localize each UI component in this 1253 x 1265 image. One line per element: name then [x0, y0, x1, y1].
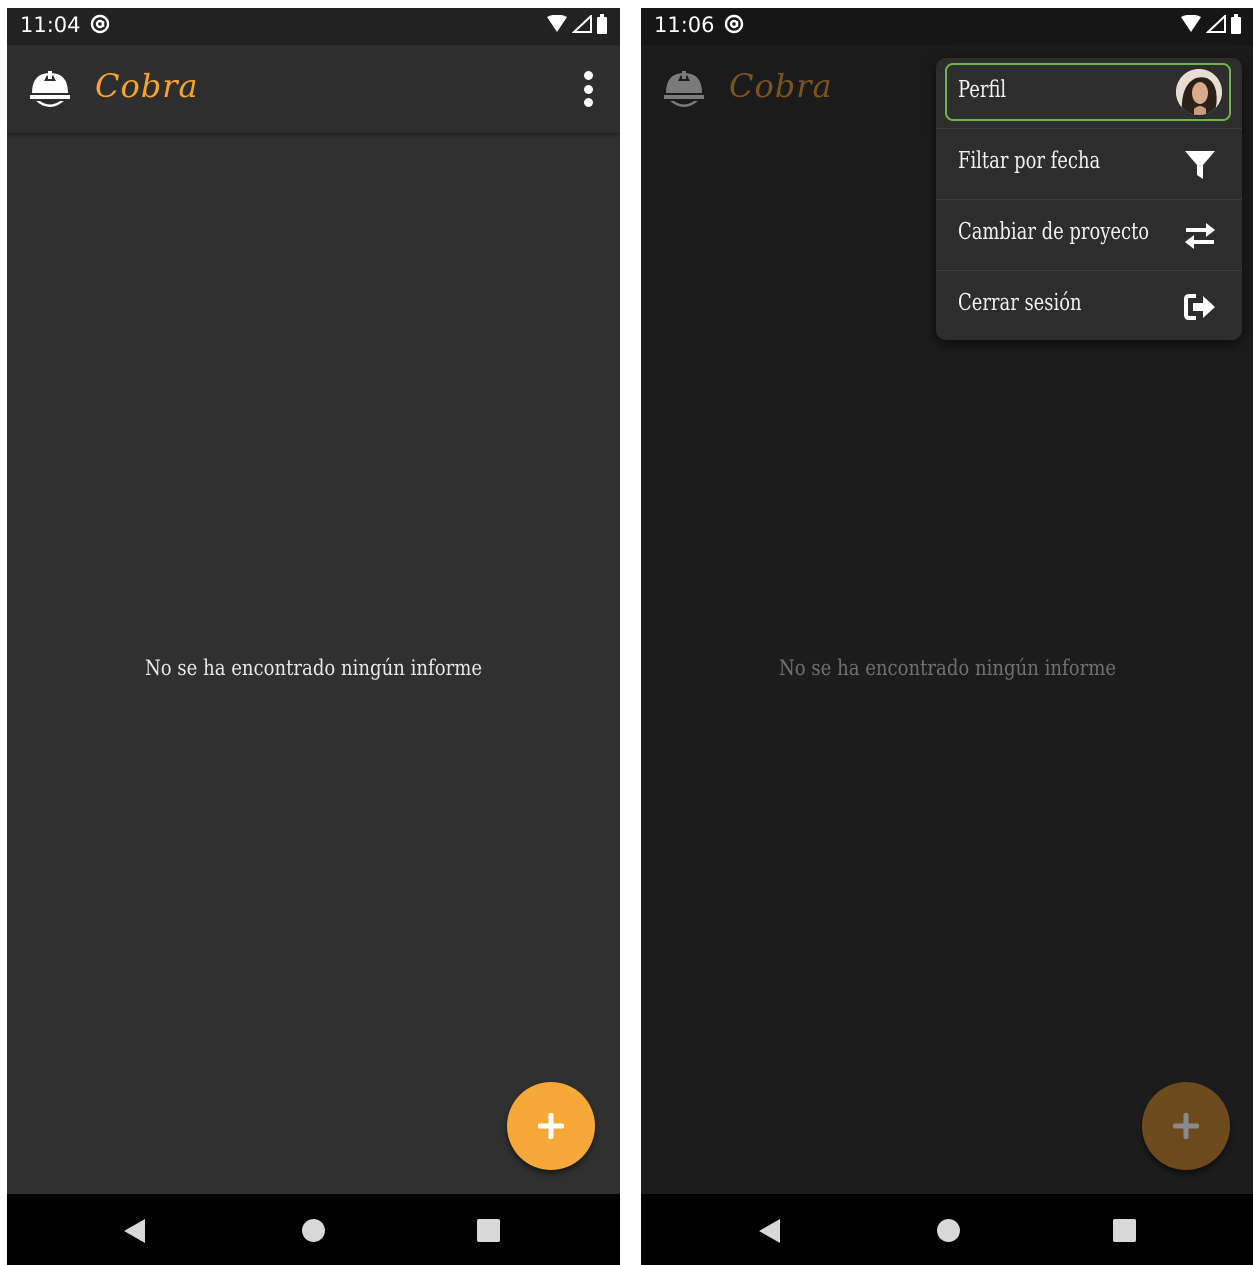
app-bar: Cobra — [7, 45, 620, 133]
status-time: 11:06 — [654, 13, 715, 37]
helmet-icon — [27, 65, 73, 111]
battery-icon — [597, 14, 607, 34]
notification-icon — [724, 14, 744, 34]
home-icon[interactable] — [302, 1219, 325, 1242]
nav-bar — [7, 1194, 620, 1265]
recents-icon[interactable] — [477, 1219, 500, 1242]
helmet-icon — [661, 65, 707, 111]
menu-item-label: Cambiar de proyecto — [958, 219, 1150, 245]
menu-item-perfil[interactable]: Perfil — [936, 58, 1242, 129]
swap-icon — [1184, 220, 1216, 252]
menu-item-change-project[interactable]: Cambiar de proyecto — [936, 200, 1242, 271]
logout-icon — [1184, 291, 1216, 323]
menu-item-label: Cerrar sesión — [958, 290, 1082, 316]
home-icon[interactable] — [937, 1219, 960, 1242]
screen-menu-open: 11:06 Cobra No se ha encontrado ningún i… — [641, 8, 1253, 1265]
menu-item-logout[interactable]: Cerrar sesión — [936, 271, 1242, 341]
menu-item-label: Filtar por fecha — [958, 148, 1101, 174]
add-report-button[interactable] — [507, 1082, 595, 1170]
wifi-icon — [547, 15, 567, 32]
back-icon[interactable] — [758, 1218, 782, 1244]
plus-icon — [538, 1113, 564, 1139]
empty-message: No se ha encontrado ningún informe — [144, 656, 483, 680]
status-bar: 11:04 — [7, 8, 620, 45]
menu-item-filter-by-date[interactable]: Filtar por fecha — [936, 129, 1242, 200]
empty-message: No se ha encontrado ningún informe — [778, 656, 1117, 680]
battery-icon — [1231, 14, 1241, 34]
overflow-menu: Perfil Filtar por fecha Cambiar de proye… — [936, 58, 1242, 340]
back-icon[interactable] — [123, 1218, 147, 1244]
status-bar: 11:06 — [641, 8, 1253, 45]
plus-icon — [1173, 1113, 1199, 1139]
notification-icon — [90, 14, 110, 34]
filter-icon — [1184, 149, 1216, 181]
more-vert-icon[interactable] — [578, 71, 598, 107]
avatar — [1176, 69, 1222, 115]
status-time: 11:04 — [20, 13, 81, 37]
add-report-button[interactable] — [1142, 1082, 1230, 1170]
app-title: Cobra — [95, 67, 199, 105]
wifi-icon — [1181, 15, 1201, 32]
nav-bar — [641, 1194, 1253, 1265]
status-icons — [1180, 14, 1242, 34]
signal-icon — [572, 15, 592, 33]
screen-main: 11:04 Cobra No se ha encontrado ningún i… — [7, 8, 620, 1265]
menu-item-label: Perfil — [958, 77, 1007, 103]
signal-icon — [1206, 15, 1226, 33]
app-title: Cobra — [729, 67, 833, 105]
status-icons — [546, 14, 608, 34]
recents-icon[interactable] — [1113, 1219, 1136, 1242]
